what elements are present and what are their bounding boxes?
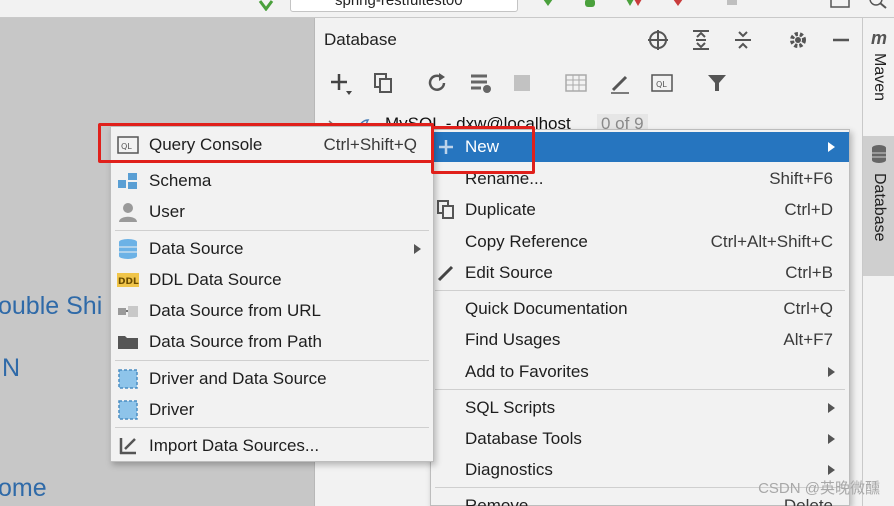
- expand-all-icon[interactable]: [689, 28, 713, 52]
- submenu-arrow-icon: [828, 465, 835, 475]
- menu-separator: [435, 290, 845, 291]
- stop-icon[interactable]: [724, 0, 740, 10]
- plus-icon: [435, 136, 457, 158]
- submenu-item-user[interactable]: User: [111, 197, 433, 227]
- collapse-all-icon[interactable]: [731, 28, 755, 52]
- database-tab[interactable]: Database: [863, 136, 894, 276]
- svg-text:QL: QL: [656, 80, 667, 89]
- gear-icon[interactable]: [786, 28, 810, 52]
- editor-hint-new: N: [2, 354, 21, 382]
- submenu-item-import-data-sources[interactable]: Import Data Sources...: [111, 431, 433, 461]
- menu-separator: [115, 230, 429, 231]
- maven-tab[interactable]: m Maven: [863, 28, 894, 128]
- debug-icon[interactable]: [582, 0, 598, 10]
- submenu-item-data-source-from-path[interactable]: Data Source from Path: [111, 327, 433, 357]
- hide-panel-icon[interactable]: [829, 28, 853, 52]
- user-icon: [117, 201, 139, 223]
- top-toolbar: spring-restfultest00: [0, 0, 894, 18]
- submenu-item-data-source[interactable]: Data Source: [111, 234, 433, 264]
- menu-item-new[interactable]: New: [431, 132, 849, 162]
- menu-item-quick-documentation[interactable]: Quick Documentation Ctrl+Q: [431, 294, 849, 324]
- watermark: CSDN @英晚微醺: [758, 480, 880, 497]
- menu-separator: [435, 389, 845, 390]
- ddl-icon: DDL: [117, 269, 139, 291]
- driver-icon: [117, 399, 139, 421]
- submenu-item-driver-and-data-source[interactable]: Driver and Data Source: [111, 364, 433, 394]
- database-label: Database: [871, 173, 888, 242]
- right-tool-strip: m Maven Database: [862, 18, 894, 506]
- edit-icon[interactable]: [608, 71, 632, 95]
- search-everywhere-icon[interactable]: [868, 0, 887, 10]
- new-submenu: QL Query Console Ctrl+Shift+Q Schema Use…: [110, 126, 434, 462]
- schema-icon: [117, 170, 139, 192]
- run-icon[interactable]: [540, 0, 556, 10]
- coverage-icon[interactable]: [624, 0, 642, 10]
- profile-icon[interactable]: [670, 0, 686, 10]
- query-console-icon[interactable]: QL: [650, 71, 674, 95]
- submenu-arrow-icon: [828, 367, 835, 377]
- crosshair-icon[interactable]: [646, 28, 670, 52]
- menu-item-sql-scripts[interactable]: SQL Scripts: [431, 393, 849, 423]
- refresh-icon[interactable]: [425, 71, 449, 95]
- editor-hint-home: ome: [0, 474, 47, 502]
- menu-separator: [115, 360, 429, 361]
- svg-text:QL: QL: [121, 142, 132, 151]
- editor-hint-search: ouble Shi: [0, 292, 103, 320]
- driver-icon: [117, 368, 139, 390]
- menu-item-rename[interactable]: Rename... Shift+F6: [431, 164, 849, 194]
- menu-item-database-tools[interactable]: Database Tools: [431, 424, 849, 454]
- run-configuration-select[interactable]: spring-restfultest00: [290, 0, 518, 12]
- submenu-item-query-console[interactable]: QL Query Console Ctrl+Shift+Q: [111, 130, 433, 160]
- schema-settings-icon[interactable]: [469, 71, 493, 95]
- menu-item-duplicate[interactable]: Duplicate Ctrl+D: [431, 195, 849, 225]
- pencil-icon: [435, 262, 457, 284]
- menu-separator: [115, 427, 429, 428]
- submenu-item-driver[interactable]: Driver: [111, 395, 433, 425]
- submenu-arrow-icon: [828, 403, 835, 413]
- submenu-item-schema[interactable]: Schema: [111, 166, 433, 196]
- database-icon: [870, 144, 888, 169]
- submenu-item-ddl-data-source[interactable]: DDL DDL Data Source: [111, 265, 433, 295]
- submenu-arrow-icon: [414, 244, 421, 254]
- url-plug-icon: [117, 300, 139, 322]
- maven-icon: m: [870, 28, 887, 48]
- project-structure-icon[interactable]: [830, 0, 850, 10]
- stop-icon[interactable]: [510, 71, 534, 95]
- submenu-arrow-icon: [828, 434, 835, 444]
- run-arrow-icon[interactable]: [258, 0, 274, 12]
- copy-icon[interactable]: [371, 71, 395, 95]
- folder-icon: [117, 331, 139, 353]
- table-icon[interactable]: [564, 71, 588, 95]
- menu-item-copy-reference[interactable]: Copy Reference Ctrl+Alt+Shift+C: [431, 227, 849, 257]
- submenu-item-data-source-from-url[interactable]: Data Source from URL: [111, 296, 433, 326]
- query-console-icon: QL: [117, 134, 139, 156]
- duplicate-icon: [435, 199, 457, 221]
- context-menu: New Rename... Shift+F6 Duplicate Ctrl+D …: [430, 129, 850, 506]
- database-icon: [117, 238, 139, 260]
- submenu-arrow-icon: [828, 142, 835, 152]
- svg-text:DDL: DDL: [118, 277, 139, 287]
- menu-item-add-to-favorites[interactable]: Add to Favorites: [431, 357, 849, 387]
- add-icon[interactable]: [329, 71, 353, 95]
- panel-title: Database: [324, 30, 397, 49]
- maven-label: Maven: [871, 53, 888, 102]
- menu-item-find-usages[interactable]: Find Usages Alt+F7: [431, 325, 849, 355]
- menu-item-edit-source[interactable]: Edit Source Ctrl+B: [431, 258, 849, 288]
- import-icon: [117, 435, 139, 457]
- filter-icon[interactable]: [705, 71, 729, 95]
